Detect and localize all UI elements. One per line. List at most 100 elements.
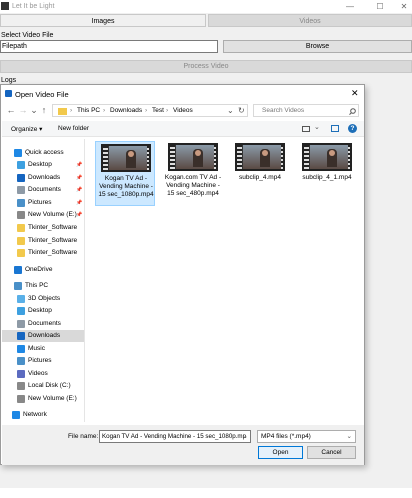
file-list: Kogan TV Ad - Vending Machine - 15 sec_1… [86, 139, 364, 422]
nav-item-videos[interactable]: Videos [2, 368, 84, 380]
nav-item-label: Desktop [28, 307, 52, 314]
nav-item-documents[interactable]: Documents 📌 [2, 184, 84, 196]
pictures-icon [17, 357, 25, 365]
organize-button[interactable]: Organize ▾ [11, 125, 42, 133]
nav-item-local-disk-c[interactable]: Local Disk (C:) [2, 380, 84, 392]
folder-icon [17, 224, 25, 232]
breadcrumb-videos[interactable]: Videos [173, 107, 193, 114]
search-icon [349, 108, 356, 115]
dialog-app-icon [5, 90, 12, 97]
file-item[interactable]: subclip_4_1.mp4 [297, 141, 357, 206]
nav-item-label: New Volume (E:) [28, 395, 77, 402]
help-icon[interactable]: ? [348, 124, 357, 133]
up-icon[interactable]: ↑ [39, 104, 49, 116]
pin-icon: 📌 [76, 212, 83, 218]
pin-icon: 📌 [76, 162, 83, 168]
pictures-icon [17, 199, 25, 207]
nav-item-label: Network [23, 411, 47, 418]
browse-button[interactable]: Browse [223, 40, 412, 53]
nav-item-desktop[interactable]: Desktop 📌 [2, 159, 84, 171]
download-icon [17, 332, 25, 340]
close-icon[interactable]: ✕ [397, 1, 411, 12]
recent-dropdown-icon[interactable]: ⌄ [29, 104, 39, 116]
address-bar[interactable]: › This PC › Downloads › Test › Videos ⌄ … [52, 104, 248, 117]
nav-item-label: Documents [28, 186, 61, 193]
nav-item-label: Documents [28, 320, 61, 327]
cancel-button[interactable]: Cancel [307, 446, 356, 459]
search-input[interactable]: Search Videos [253, 104, 359, 117]
file-item[interactable]: Kogan TV Ad - Vending Machine - 15 sec_1… [95, 141, 155, 206]
dialog-title: Open Video File [15, 90, 69, 99]
open-button[interactable]: Open [258, 446, 303, 459]
file-type-select[interactable]: MP4 files (*.mp4) ⌄ [257, 430, 356, 443]
nav-item-downloads[interactable]: Downloads 📌 [2, 172, 84, 184]
view-options-icon[interactable] [302, 126, 310, 132]
nav-item-tkinter-software[interactable]: Tkinter_Software [2, 235, 84, 247]
nav-item-new-volume-e[interactable]: New Volume (E:) 📌 [2, 209, 84, 221]
maximize-icon[interactable]: ☐ [373, 1, 387, 12]
nav-item-this-pc[interactable]: This PC [2, 280, 84, 292]
document-icon [17, 186, 25, 194]
file-type-dropdown-icon[interactable]: ⌄ [347, 431, 352, 442]
back-icon[interactable]: ← [6, 104, 16, 116]
nav-item-label: Tkinter_Software [28, 237, 78, 244]
nav-item-desktop[interactable]: Desktop [2, 305, 84, 317]
nav-item-label: Music [28, 345, 45, 352]
nav-item-label: Local Disk (C:) [28, 382, 71, 389]
breadcrumb-this-pc[interactable]: This PC [77, 107, 100, 114]
file-name: Kogan.com TV Ad - Vending Machine - 15 s… [164, 174, 222, 197]
new-folder-button[interactable]: New folder [58, 125, 89, 132]
cube-icon [17, 295, 25, 303]
tab-images[interactable]: Images [0, 14, 206, 27]
nav-item-3d-objects[interactable]: 3D Objects [2, 293, 84, 305]
dialog-close-icon[interactable]: ✕ [351, 88, 359, 99]
nav-item-pictures[interactable]: Pictures [2, 355, 84, 367]
filepath-input[interactable]: Filepath [0, 40, 218, 53]
network-icon [12, 411, 20, 419]
drive-icon [17, 211, 25, 219]
nav-item-label: Pictures [28, 357, 52, 364]
nav-item-label: Downloads [28, 332, 61, 339]
app-title: Let It be Light [12, 3, 55, 10]
forward-icon[interactable]: → [18, 104, 28, 116]
video-icon [17, 370, 25, 378]
process-video-button[interactable]: Process Video [0, 60, 412, 73]
nav-item-onedrive[interactable]: OneDrive [2, 264, 84, 276]
breadcrumb-downloads[interactable]: Downloads [110, 107, 142, 114]
file-name-label: File name: [68, 433, 99, 440]
nav-item-documents[interactable]: Documents [2, 318, 84, 330]
nav-item-tkinter-software[interactable]: Tkinter_Software [2, 222, 84, 234]
pin-icon: 📌 [76, 175, 83, 181]
file-name-dropdown-icon[interactable]: ⌄ [243, 431, 248, 442]
file-item[interactable]: subclip_4.mp4 [230, 141, 290, 206]
nav-item-downloads[interactable]: Downloads [2, 330, 84, 342]
computer-icon [14, 282, 22, 290]
file-name-input[interactable]: Kogan TV Ad - Vending Machine - 15 sec_1… [99, 430, 251, 443]
dialog-toolbar: Organize ▾ New folder ⌄ ? [2, 121, 364, 137]
refresh-icon[interactable]: ↻ [238, 106, 245, 115]
nav-item-label: Videos [28, 370, 48, 377]
nav-item-quick-access[interactable]: Quick access [2, 147, 84, 159]
nav-item-label: Desktop [28, 161, 52, 168]
nav-item-network[interactable]: Network [2, 409, 84, 421]
nav-item-label: Tkinter_Software [28, 224, 78, 231]
view-dropdown-icon[interactable]: ⌄ [314, 123, 320, 131]
nav-item-label: Quick access [25, 149, 64, 156]
file-item[interactable]: Kogan.com TV Ad - Vending Machine - 15 s… [163, 141, 223, 206]
nav-item-tkinter-software[interactable]: Tkinter_Software [2, 247, 84, 259]
nav-item-music[interactable]: Music [2, 343, 84, 355]
breadcrumb-test[interactable]: Test [152, 107, 164, 114]
preview-pane-icon[interactable] [331, 125, 339, 132]
app-titlebar: Let It be Light — ☐ ✕ [0, 0, 412, 13]
tab-videos[interactable]: Videos [208, 14, 412, 27]
address-dropdown-icon[interactable]: ⌄ [227, 106, 234, 115]
nav-item-pictures[interactable]: Pictures 📌 [2, 197, 84, 209]
star-icon [14, 149, 22, 157]
music-icon [17, 345, 25, 353]
minimize-icon[interactable]: — [343, 1, 357, 12]
document-icon [17, 320, 25, 328]
cloud-icon [14, 266, 22, 274]
nav-item-new-volume-e[interactable]: New Volume (E:) [2, 393, 84, 405]
pin-icon: 📌 [76, 187, 83, 193]
file-name: Kogan TV Ad - Vending Machine - 15 sec_1… [98, 175, 154, 198]
